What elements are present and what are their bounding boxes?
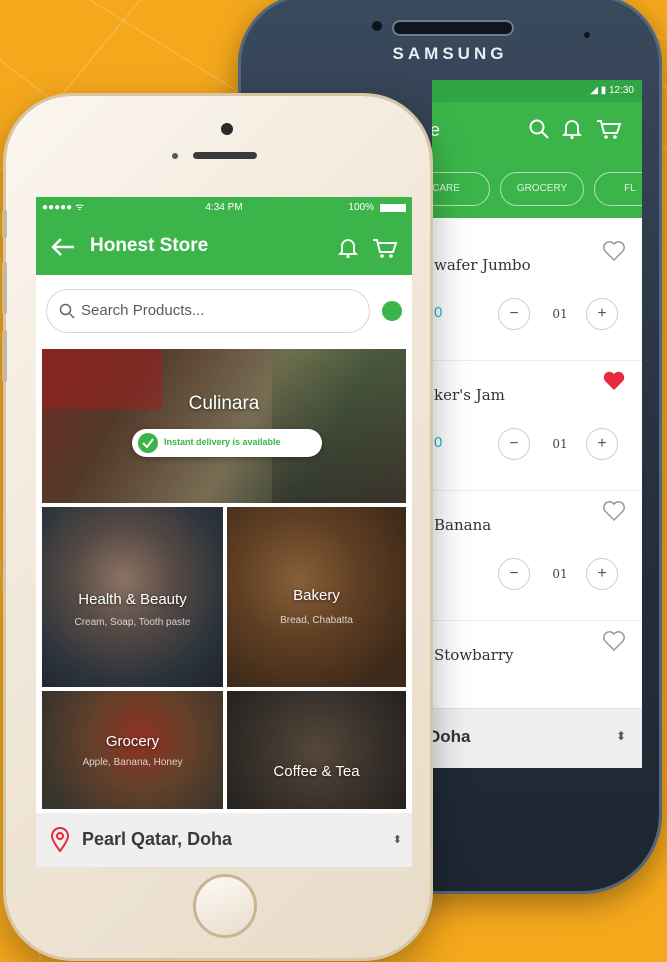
- battery-icon: [380, 204, 406, 212]
- chevron-up-down-icon: ⬍: [615, 729, 626, 743]
- front-camera-icon: [221, 123, 233, 135]
- increase-button[interactable]: +: [586, 428, 618, 460]
- check-circle-icon: [138, 433, 158, 453]
- earpiece-speaker: [392, 20, 514, 36]
- decrease-button[interactable]: −: [498, 428, 530, 460]
- location-selector[interactable]: Pearl Qatar, Doha ⬍: [36, 813, 412, 867]
- page-title: e: [432, 120, 441, 140]
- product-item: wafer Jumbo 0 − 01 +: [432, 230, 642, 361]
- category-title: Bakery: [293, 587, 340, 604]
- quantity-stepper: − 01 +: [498, 428, 622, 462]
- delivery-text: Instant delivery is available: [164, 437, 281, 447]
- product-name: ker's Jam: [434, 386, 505, 404]
- battery-percent: 100%: [348, 202, 374, 213]
- increase-button[interactable]: +: [586, 558, 618, 590]
- category-grocery[interactable]: Grocery Apple, Banana, Honey: [42, 691, 223, 809]
- front-camera-icon: [372, 21, 382, 31]
- chevron-up-down-icon: ⬍: [392, 834, 402, 846]
- signal-icon: ◢ ▮: [590, 85, 609, 96]
- tab-flowers[interactable]: FL: [594, 172, 642, 206]
- product-name: Stowbarry: [434, 646, 514, 664]
- search-input[interactable]: Search Products...: [46, 289, 370, 333]
- delivery-badge: Instant delivery is available: [132, 429, 322, 457]
- heart-outline-icon[interactable]: [602, 240, 626, 262]
- status-time: 12:30: [608, 85, 634, 96]
- decrease-button[interactable]: −: [498, 558, 530, 590]
- decrease-button[interactable]: −: [498, 298, 530, 330]
- arrow-left-icon[interactable]: [50, 237, 76, 257]
- page-title: Honest Store: [90, 235, 209, 256]
- bell-icon[interactable]: [562, 118, 582, 140]
- quantity-stepper: − 01 +: [498, 298, 622, 332]
- search-icon: [59, 303, 75, 319]
- samsung-logo: SAMSUNG: [392, 44, 508, 63]
- volume-down-button: [2, 330, 7, 382]
- app-header: Honest Store: [36, 219, 412, 275]
- heart-outline-icon[interactable]: [602, 500, 626, 522]
- status-bar: ●●●●● ᯤ 4:34 PM 100%: [36, 197, 412, 219]
- samsung-screen: ◢ ▮ 12:30 e CARE GROCERY FL wafer Jumbo …: [432, 80, 642, 768]
- quantity-stepper: − 01 +: [498, 558, 622, 592]
- location-label: Doha: [432, 727, 471, 746]
- sensor-icon: [172, 153, 178, 159]
- category-subtitle: Apple, Banana, Honey: [82, 757, 183, 768]
- product-name: Banana: [434, 516, 492, 534]
- category-subtitle: Bread, Chabatta: [280, 615, 353, 626]
- tile-overlay: [227, 691, 406, 809]
- tab-care[interactable]: CARE: [432, 172, 490, 206]
- app-header: e: [432, 102, 642, 162]
- quantity-value: 01: [552, 567, 568, 581]
- product-item: ker's Jam 0 − 01 +: [432, 360, 642, 491]
- banner-overlay: [42, 349, 406, 503]
- heart-outline-icon[interactable]: [602, 630, 626, 652]
- bell-icon[interactable]: [338, 237, 358, 259]
- product-price: 0: [434, 304, 443, 321]
- cart-icon[interactable]: [372, 237, 398, 259]
- location-selector[interactable]: Doha ⬍: [432, 708, 642, 768]
- tile-overlay: [42, 691, 223, 809]
- cart-icon[interactable]: [596, 118, 622, 140]
- search-icon[interactable]: [528, 118, 550, 140]
- volume-up-button: [2, 262, 7, 314]
- category-health-beauty[interactable]: Health & Beauty Cream, Soap, Tooth paste: [42, 507, 223, 687]
- quantity-value: 01: [552, 307, 568, 321]
- online-status-dot: [382, 301, 402, 321]
- heart-filled-icon[interactable]: [602, 370, 626, 392]
- sensor-icon: [584, 32, 590, 38]
- category-tabs: CARE GROCERY FL: [432, 162, 642, 218]
- status-bar: ◢ ▮ 12:30: [432, 80, 642, 102]
- mute-switch: [2, 210, 7, 238]
- earpiece-speaker: [193, 152, 257, 159]
- category-title: Health & Beauty: [78, 591, 187, 608]
- iphone-screen: ●●●●● ᯤ 4:34 PM 100% Honest Store Search…: [36, 197, 412, 867]
- category-bakery[interactable]: Bakery Bread, Chabatta: [227, 507, 406, 687]
- product-price: 0: [434, 434, 443, 451]
- store-name: Culinara: [188, 393, 260, 414]
- category-coffee-tea[interactable]: Coffee & Tea: [227, 691, 406, 809]
- product-item: Banana − 01 +: [432, 490, 642, 621]
- store-banner[interactable]: Culinara Instant delivery is available: [42, 349, 406, 503]
- location-pin-icon: [50, 827, 70, 853]
- category-subtitle: Cream, Soap, Tooth paste: [74, 617, 191, 628]
- home-button[interactable]: [193, 874, 257, 938]
- search-placeholder: Search Products...: [81, 302, 205, 319]
- location-label: Pearl Qatar, Doha: [82, 829, 233, 849]
- quantity-value: 01: [552, 437, 568, 451]
- product-name: wafer Jumbo: [434, 256, 531, 274]
- category-title: Grocery: [105, 733, 160, 750]
- category-title: Coffee & Tea: [273, 763, 360, 780]
- increase-button[interactable]: +: [586, 298, 618, 330]
- tab-grocery[interactable]: GROCERY: [500, 172, 584, 206]
